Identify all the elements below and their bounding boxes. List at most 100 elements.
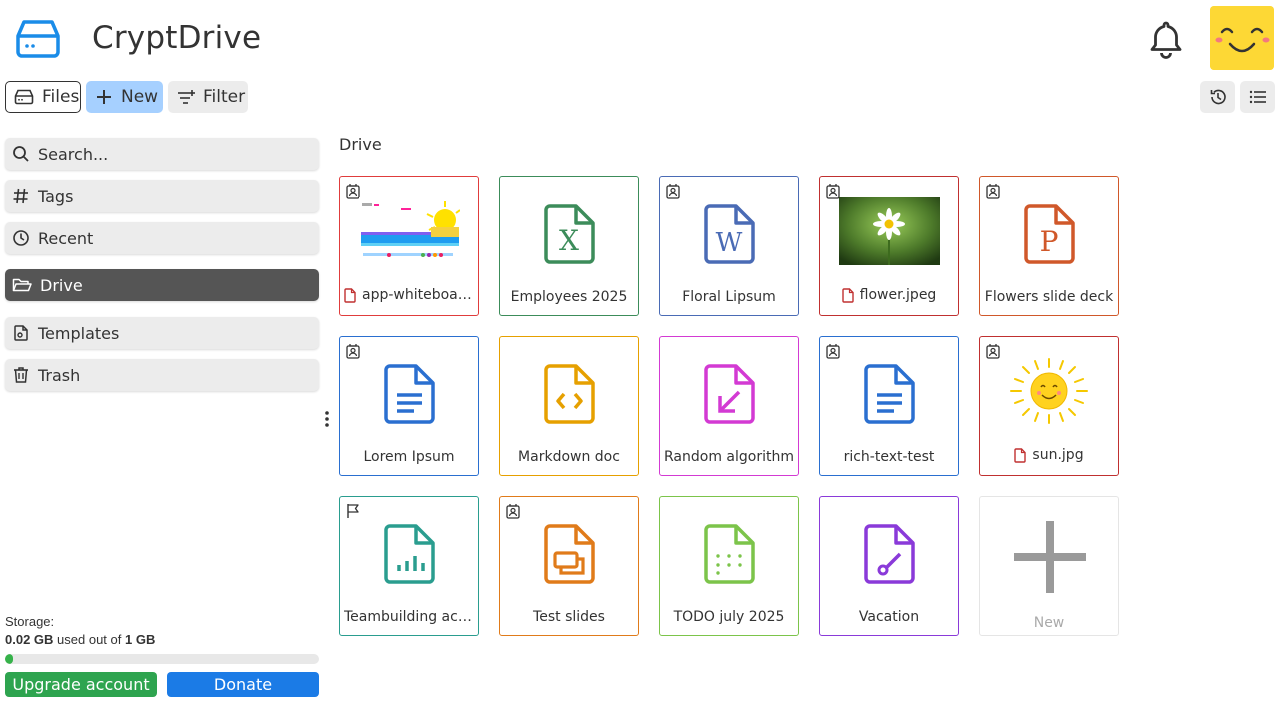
file-name: app-whiteboar... <box>344 287 474 303</box>
file-tile[interactable]: flower.jpeg <box>819 176 959 316</box>
files-button[interactable]: Files <box>5 81 81 113</box>
sidebar-item-search[interactable]: Search... <box>5 138 319 170</box>
owner-badge-icon <box>506 504 520 519</box>
slides-file-icon <box>544 524 595 584</box>
new-button[interactable]: New <box>86 81 163 113</box>
file-name-text: app-whiteboar... <box>362 287 474 303</box>
storage-progress-bar <box>5 654 319 664</box>
drawing-file-icon <box>864 524 915 584</box>
sidebar-item-templates[interactable]: Templates <box>5 317 319 349</box>
storage-usage-text: used out of <box>53 632 125 647</box>
search-icon <box>13 146 29 162</box>
file-tile[interactable]: app-whiteboar... <box>339 176 479 316</box>
file-tile[interactable]: P Flowers slide deck <box>979 176 1119 316</box>
whiteboard-thumbnail <box>359 197 460 265</box>
file-icon <box>344 287 356 303</box>
file-tile[interactable]: W Floral Lipsum <box>659 176 799 316</box>
storage-total: 1 GB <box>124 632 156 647</box>
owner-badge-icon <box>826 184 840 199</box>
file-name: Vacation <box>858 609 920 625</box>
clock-icon <box>13 230 29 246</box>
file-tile[interactable]: Teambuilding acti... <box>339 496 479 636</box>
file-name-text: sun.jpg <box>1032 447 1084 463</box>
file-tile[interactable]: X Employees 2025 <box>499 176 639 316</box>
filter-button-label: Filter <box>203 87 246 107</box>
list-icon <box>1249 90 1266 104</box>
owner-badge-icon <box>986 344 1000 359</box>
drive-logo-icon <box>16 20 60 58</box>
sidebar-item-recent[interactable]: Recent <box>5 222 319 254</box>
svg-text:W: W <box>716 228 743 258</box>
breadcrumb: Drive <box>339 135 382 154</box>
owner-badge-icon <box>346 344 360 359</box>
files-button-label: Files <box>42 87 80 107</box>
filter-button[interactable]: Filter <box>168 81 248 113</box>
file-tile[interactable]: Markdown doc <box>499 336 639 476</box>
folder-open-icon <box>12 278 32 292</box>
list-view-button[interactable] <box>1240 81 1275 113</box>
file-name: TODO july 2025 <box>673 609 785 625</box>
code-file-icon <box>544 364 595 424</box>
svg-text:X: X <box>559 224 579 257</box>
file-name: New <box>1033 615 1065 631</box>
file-tile[interactable]: rich-text-test <box>819 336 959 476</box>
sidebar-resize-handle-icon[interactable] <box>322 410 332 430</box>
sidebar-item-label: Tags <box>38 186 74 206</box>
doc-file-icon <box>864 364 915 424</box>
upgrade-account-button[interactable]: Upgrade account <box>5 672 157 697</box>
file-tile[interactable]: Random algorithm <box>659 336 799 476</box>
file-icon <box>1014 447 1027 463</box>
sidebar-item-label: Recent <box>38 228 94 248</box>
hash-icon <box>13 188 28 204</box>
filter-icon <box>178 90 195 104</box>
file-name: Markdown doc <box>518 449 620 465</box>
new-file-tile[interactable]: New <box>979 496 1119 636</box>
owner-badge-icon <box>666 184 680 199</box>
donate-button[interactable]: Donate <box>167 672 319 697</box>
kanban-file-icon <box>704 524 755 584</box>
storage-usage: 0.02 GB used out of 1 GB <box>5 632 155 647</box>
file-name: Employees 2025 <box>510 289 628 305</box>
flower-image-thumbnail <box>839 197 940 265</box>
file-name: Lorem Ipsum <box>363 449 455 465</box>
template-icon <box>14 325 28 341</box>
sheet-file-icon: X <box>544 204 595 264</box>
sidebar-item-drive[interactable]: Drive <box>5 269 319 301</box>
file-name-text: flower.jpeg <box>859 287 937 303</box>
presentation-file-icon: P <box>1024 204 1075 264</box>
file-name: sun.jpg <box>984 447 1114 463</box>
sidebar-item-tags[interactable]: Tags <box>5 180 319 212</box>
file-tile[interactable]: Test slides <box>499 496 639 636</box>
new-button-label: New <box>121 87 159 107</box>
owner-badge-icon <box>346 184 360 199</box>
file-tile[interactable]: Lorem Ipsum <box>339 336 479 476</box>
file-name: Test slides <box>533 609 605 625</box>
owner-badge-icon <box>986 184 1000 199</box>
sun-image-thumbnail <box>1010 358 1088 424</box>
history-button[interactable] <box>1200 81 1235 113</box>
file-tile[interactable]: Vacation <box>819 496 959 636</box>
sidebar-item-label: Drive <box>40 275 83 295</box>
trash-icon <box>14 367 28 383</box>
owner-badge-icon <box>826 344 840 359</box>
storage-progress-fill <box>5 654 13 664</box>
notification-bell-icon[interactable] <box>1146 18 1186 60</box>
file-name: Flowers slide deck <box>984 289 1114 305</box>
drive-icon <box>14 89 34 105</box>
sidebar-item-label: Trash <box>38 365 81 385</box>
storage-used: 0.02 GB <box>5 632 54 647</box>
sidebar-item-trash[interactable]: Trash <box>5 359 319 391</box>
add-new-icon <box>1014 521 1086 593</box>
word-file-icon: W <box>704 204 755 264</box>
file-icon <box>841 287 854 303</box>
app-title: CryptDrive <box>92 20 262 56</box>
file-tile[interactable]: sun.jpg <box>979 336 1119 476</box>
user-avatar[interactable] <box>1210 6 1274 70</box>
storage-label: Storage: <box>5 614 55 629</box>
file-tile[interactable]: TODO july 2025 <box>659 496 799 636</box>
form-file-icon <box>384 524 435 584</box>
sidebar-item-label: Templates <box>38 323 120 343</box>
svg-text:P: P <box>1040 225 1059 258</box>
flag-icon <box>347 504 359 518</box>
doc-file-icon <box>384 364 435 424</box>
